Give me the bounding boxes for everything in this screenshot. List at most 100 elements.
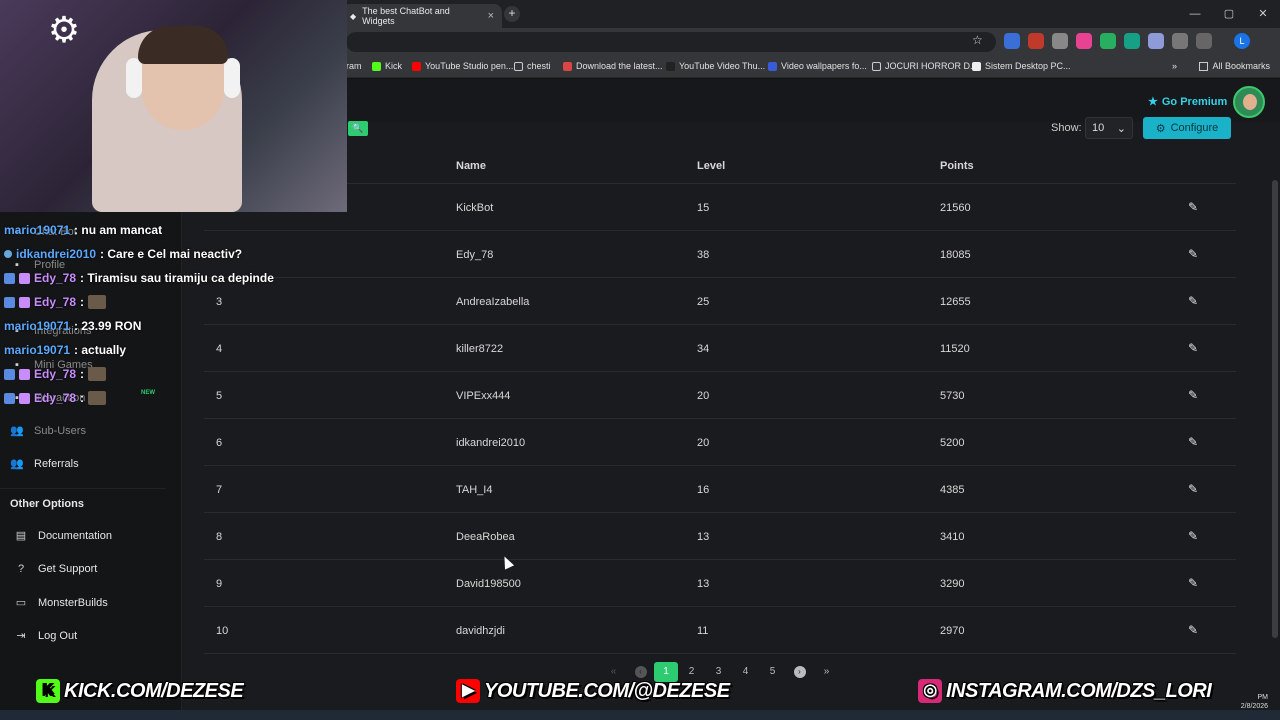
badge-icon xyxy=(19,392,30,404)
table-row: 6 idkandrei2010 20 5200 ✎ xyxy=(204,419,1236,466)
bookmark-item[interactable]: Kick xyxy=(372,61,402,71)
chat-text: : xyxy=(80,295,85,309)
close-window-button[interactable]: ✕ xyxy=(1246,0,1280,28)
table-row: 9 David198500 13 3290 ✎ xyxy=(204,560,1236,607)
bookmark-item[interactable]: Sistem Desktop PC... xyxy=(972,61,1071,71)
sidebar-item-get-support[interactable]: ? Get Support xyxy=(14,563,97,575)
new-tab-button[interactable]: + xyxy=(504,6,520,22)
site-icon xyxy=(972,61,981,71)
rank-cell: 7 xyxy=(216,484,223,496)
browser-tab[interactable]: ◆ The best ChatBot and Widgets × xyxy=(342,4,502,28)
kick-link: K KICK.COM/DEZESE xyxy=(36,679,244,703)
youtube-link: ▶ YOUTUBE.COM/@DEZESE xyxy=(456,679,730,703)
question-icon: ? xyxy=(17,563,25,575)
edit-pencil-icon[interactable]: ✎ xyxy=(1188,482,1202,496)
kick-logo-icon: K xyxy=(36,679,60,703)
maximize-button[interactable]: ▢ xyxy=(1212,0,1246,28)
badge-icon xyxy=(4,272,15,284)
sidebar-item-log-out[interactable]: ⇥ Log Out xyxy=(14,630,77,642)
level-cell: 13 xyxy=(697,531,710,543)
edit-pencil-icon[interactable]: ✎ xyxy=(1188,623,1202,637)
user-avatar[interactable] xyxy=(1233,86,1265,118)
edit-pencil-icon[interactable]: ✎ xyxy=(1188,529,1202,543)
column-header-points[interactable]: Points xyxy=(940,160,974,172)
bookmark-folder[interactable]: chesti xyxy=(514,61,551,71)
configure-button[interactable]: ⚙ Configure xyxy=(1143,117,1231,139)
extensions-puzzle-icon[interactable] xyxy=(1172,33,1188,49)
logout-icon: ⇥ xyxy=(16,630,26,642)
tab-close-icon[interactable]: × xyxy=(488,10,494,22)
address-bar[interactable] xyxy=(346,32,996,52)
chat-message: Edy_78: xyxy=(4,362,274,386)
tab-favicon-icon: ◆ xyxy=(350,11,357,21)
points-cell: 2970 xyxy=(940,625,965,637)
name-cell: TAH_I4 xyxy=(456,484,493,496)
table-header: Name Level Points xyxy=(204,148,1236,184)
show-label: Show: xyxy=(1051,122,1082,134)
extensions-bar xyxy=(1004,33,1212,49)
chat-text: : 23.99 RON xyxy=(74,319,142,333)
extension-icon[interactable] xyxy=(1100,33,1116,49)
bookmarks-overflow-icon[interactable]: » xyxy=(1172,61,1177,71)
window-controls: — ▢ ✕ xyxy=(1178,0,1280,28)
bookmark-star-icon[interactable]: ☆ xyxy=(972,33,983,47)
book-icon: ▤ xyxy=(15,530,27,542)
headset-left xyxy=(126,58,142,98)
bookmark-item[interactable]: YouTube Video Thu... xyxy=(666,61,765,71)
bookmark-folder[interactable]: JOCURI HORROR D... xyxy=(872,61,978,71)
edit-pencil-icon[interactable]: ✎ xyxy=(1188,576,1202,590)
edit-pencil-icon[interactable]: ✎ xyxy=(1188,294,1202,308)
extension-icon[interactable] xyxy=(1052,33,1068,49)
bookmark-item[interactable]: Video wallpapers fo... xyxy=(768,61,867,71)
chat-message: Edy_78: Tiramisu sau tiramiju ca depinde xyxy=(4,266,274,290)
bookmark-item[interactable]: Download the latest... xyxy=(563,61,663,71)
go-premium-link[interactable]: ★ Go Premium xyxy=(1148,95,1227,109)
name-cell: idkandrei2010 xyxy=(456,437,526,449)
sidebar-item-sub-users[interactable]: 👥 Sub-Users xyxy=(10,425,86,437)
edit-pencil-icon[interactable]: ✎ xyxy=(1188,200,1202,214)
search-icon: 🔍 xyxy=(352,123,364,133)
sidebar-item-documentation[interactable]: ▤ Documentation xyxy=(14,530,112,542)
extension-icon[interactable] xyxy=(1124,33,1140,49)
column-header-name[interactable]: Name xyxy=(456,160,486,172)
points-cell: 3290 xyxy=(940,578,965,590)
level-cell: 16 xyxy=(697,484,710,496)
edit-pencil-icon[interactable]: ✎ xyxy=(1188,435,1202,449)
level-cell: 11 xyxy=(697,625,709,637)
scrollbar[interactable] xyxy=(1272,180,1278,638)
level-cell: 38 xyxy=(697,249,710,261)
chat-message: idkandrei2010: Care e Cel mai neactiv? xyxy=(4,242,274,266)
instagram-logo-icon: ◎ xyxy=(918,679,942,703)
bookmark-item[interactable]: YouTube Studio pen... xyxy=(412,61,513,71)
extension-icon[interactable] xyxy=(1004,33,1020,49)
chat-username: Edy_78 xyxy=(34,367,77,381)
column-header-level[interactable]: Level xyxy=(697,160,725,172)
show-count-select[interactable]: 10 ⌄ xyxy=(1085,117,1133,139)
edit-pencil-icon[interactable]: ✎ xyxy=(1188,341,1202,355)
minimize-button[interactable]: — xyxy=(1178,0,1212,28)
name-cell: VIPExx444 xyxy=(456,390,511,402)
extension-icon[interactable] xyxy=(1148,33,1164,49)
chat-text: : xyxy=(80,391,85,405)
edit-pencil-icon[interactable]: ✎ xyxy=(1188,247,1202,261)
profile-avatar[interactable]: L xyxy=(1234,33,1250,49)
points-cell: 5200 xyxy=(940,437,965,449)
bookmark-item[interactable]: ram xyxy=(346,61,362,71)
chat-text: : nu am mancat xyxy=(74,223,163,237)
extension-icon[interactable] xyxy=(1076,33,1092,49)
sidebar-section-title: Other Options xyxy=(10,498,84,510)
sidebar-item-monsterbuilds[interactable]: ▭ MonsterBuilds xyxy=(14,597,108,609)
name-cell: David198500 xyxy=(456,578,521,590)
extension-icon[interactable] xyxy=(1028,33,1044,49)
sidebar-item-referrals[interactable]: 👥 Referrals xyxy=(10,458,78,470)
gear-icon: ⚙ xyxy=(1155,122,1166,135)
points-cell: 5730 xyxy=(940,390,965,402)
kick-icon xyxy=(372,61,381,71)
search-button[interactable]: 🔍 xyxy=(348,121,368,136)
site-icon xyxy=(666,61,675,71)
all-bookmarks-button[interactable]: All Bookmarks xyxy=(1199,61,1270,71)
badge-icon xyxy=(4,392,15,404)
tab-search-icon[interactable] xyxy=(1196,33,1212,49)
chat-message: mario19071: 23.99 RON xyxy=(4,314,274,338)
edit-pencil-icon[interactable]: ✎ xyxy=(1188,388,1202,402)
